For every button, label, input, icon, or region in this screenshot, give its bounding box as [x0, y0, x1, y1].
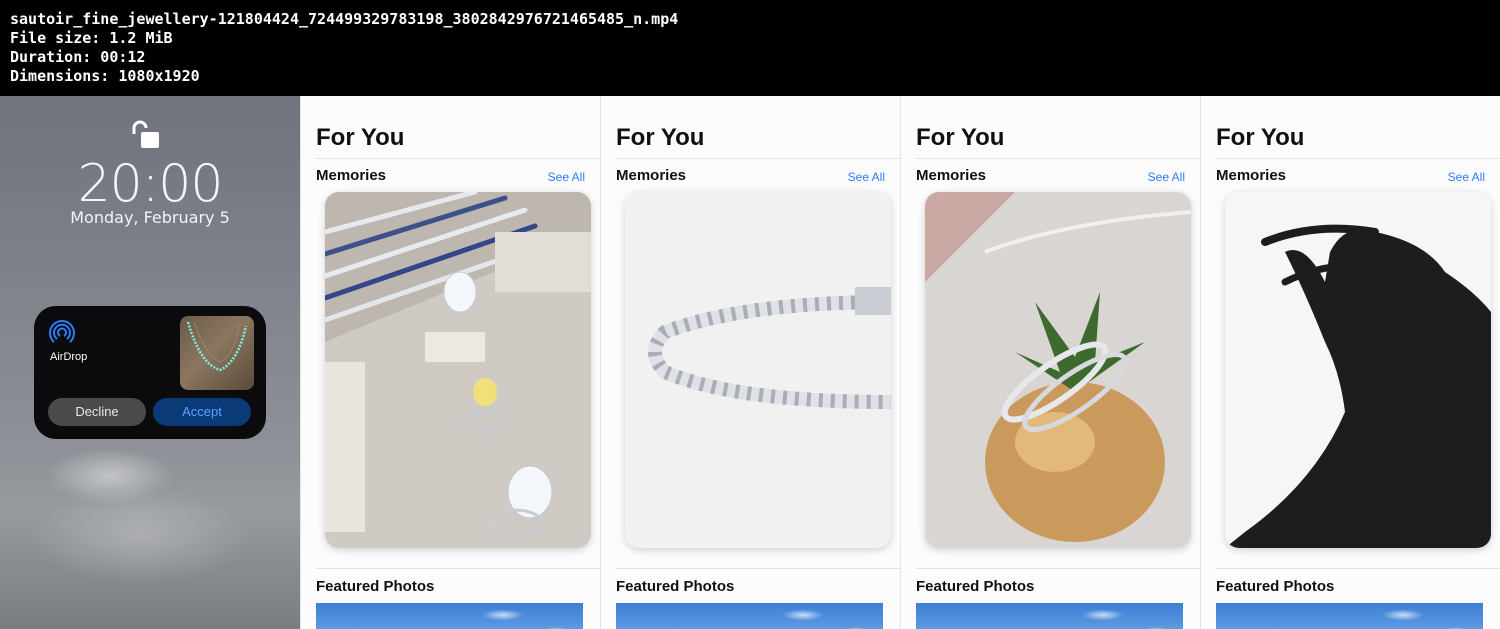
divider [316, 158, 600, 159]
lock-screen-frame: 20:00 Monday, February 5 AirDrop Decline… [0, 96, 300, 629]
see-all-link[interactable]: See All [1148, 170, 1185, 184]
featured-photo-sky[interactable] [1216, 603, 1483, 629]
rings-display-photo [325, 192, 591, 548]
photos-for-you-frame-3: For You Memories See All Featured Photos [900, 96, 1200, 629]
memory-card[interactable] [325, 192, 591, 548]
divider [1216, 158, 1500, 159]
accept-button[interactable]: Accept [153, 398, 251, 426]
airdrop-label: AirDrop [50, 351, 88, 363]
see-all-link[interactable]: See All [1448, 170, 1485, 184]
memory-card[interactable] [925, 192, 1191, 548]
memory-card[interactable] [1225, 192, 1491, 548]
video-info-header: sautoir_fine_jewellery-121804424_7244993… [0, 0, 1500, 96]
decline-button[interactable]: Decline [48, 398, 146, 426]
featured-photo-sky[interactable] [616, 603, 883, 629]
divider [1216, 568, 1500, 569]
airdrop-request-card: AirDrop Decline Accept [34, 306, 266, 439]
photos-for-you-frame-1: For You Memories See All Featured Photos [300, 96, 600, 629]
photos-for-you-frame-4: For You Memories See All Featured Photos [1200, 96, 1500, 629]
featured-photo-sky[interactable] [316, 603, 583, 629]
page-title: For You [316, 124, 405, 151]
airdrop-icon [49, 320, 75, 343]
memories-heading: Memories [916, 167, 987, 184]
divider [616, 568, 900, 569]
pineapple-ring-photo [925, 192, 1191, 548]
see-all-link[interactable]: See All [848, 170, 885, 184]
page-title: For You [1216, 124, 1305, 151]
divider [616, 158, 900, 159]
divider [916, 158, 1200, 159]
necklace-thumbnail-image [186, 321, 248, 372]
memories-heading: Memories [616, 167, 687, 184]
memories-heading: Memories [316, 167, 387, 184]
featured-photos-heading: Featured Photos [616, 578, 735, 595]
divider [316, 568, 600, 569]
divider [916, 568, 1200, 569]
featured-photos-heading: Featured Photos [916, 578, 1035, 595]
memories-heading: Memories [1216, 167, 1287, 184]
gloved-hand-photo [1225, 192, 1491, 548]
lock-clock: 20:00 [77, 154, 224, 214]
featured-photo-sky[interactable] [916, 603, 1183, 629]
duration-text: Duration: 00:12 [10, 48, 146, 66]
see-all-link[interactable]: See All [548, 170, 585, 184]
page-title: For You [616, 124, 705, 151]
airdrop-photo-thumbnail [180, 316, 254, 390]
featured-photos-heading: Featured Photos [316, 578, 435, 595]
unlocked-padlock-icon [132, 120, 159, 148]
photos-for-you-frame-2: For You Memories See All Featured Photos [600, 96, 900, 629]
filename-text: sautoir_fine_jewellery-121804424_7244993… [10, 10, 679, 28]
lock-date: Monday, February 5 [70, 208, 230, 227]
file-size-text: File size: 1.2 MiB [10, 29, 173, 47]
page-title: For You [916, 124, 1005, 151]
dimensions-text: Dimensions: 1080x1920 [10, 67, 200, 85]
tennis-bracelet-photo [625, 192, 891, 548]
featured-photos-heading: Featured Photos [1216, 578, 1335, 595]
memory-card[interactable] [625, 192, 891, 548]
